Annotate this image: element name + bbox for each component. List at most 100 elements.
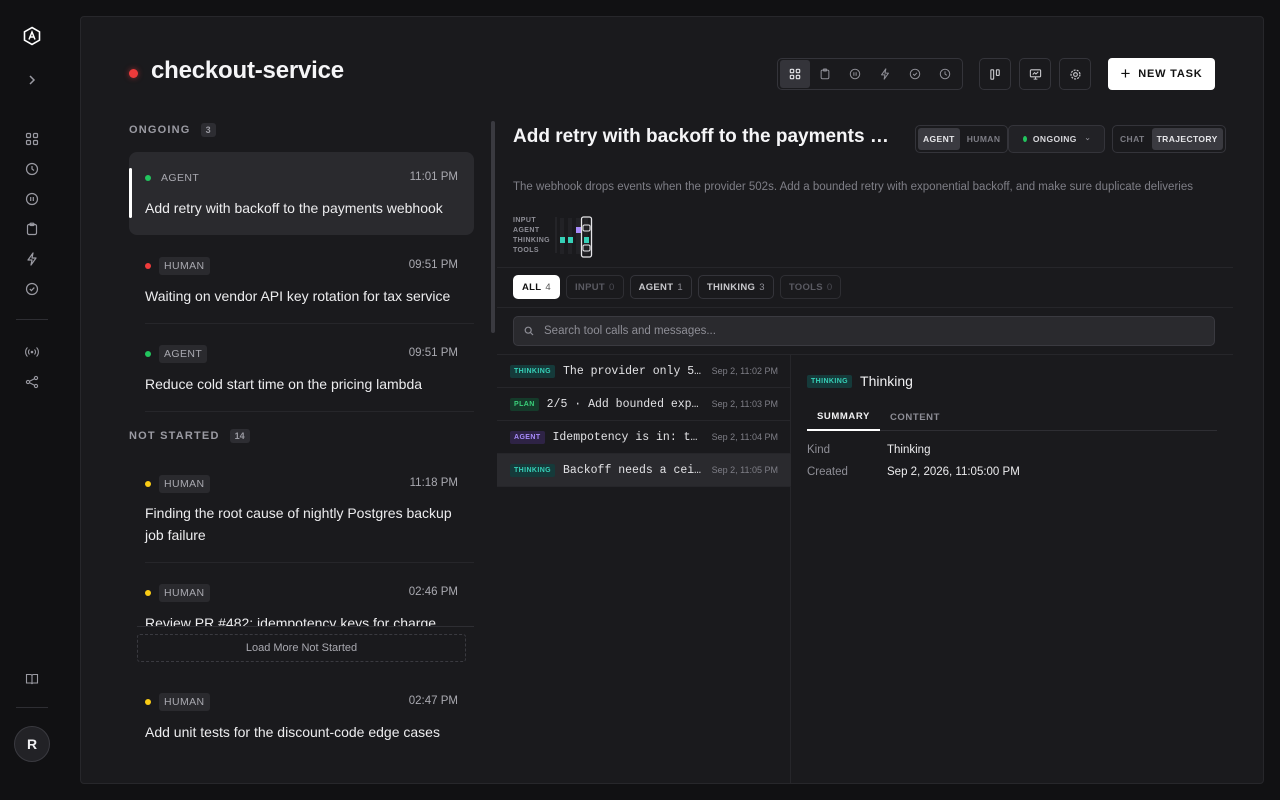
list-divider	[145, 411, 474, 412]
section-header-not-started: NOT STARTED 14	[129, 429, 250, 443]
event-time: Sep 2, 11:03 PM	[711, 399, 778, 409]
event-row[interactable]: THINKING The provider only 502s under lo…	[497, 355, 791, 388]
presentation-icon[interactable]	[1019, 58, 1051, 90]
task-time: 09:51 PM	[408, 259, 458, 271]
section-header-ongoing: ONGOING 3	[129, 123, 216, 137]
filter-input[interactable]: INPUT 0	[565, 275, 624, 299]
status-dot	[145, 699, 151, 705]
event-badge: THINKING	[807, 374, 853, 388]
task-time: 02:46 PM	[408, 586, 458, 598]
logo-icon[interactable]	[22, 26, 42, 46]
rail-divider	[16, 319, 48, 320]
task-time: 11:01 PM	[409, 171, 458, 183]
chevron-right-icon[interactable]	[22, 70, 42, 90]
event-text: Backoff needs a ceiling so retries stay …	[563, 463, 704, 477]
mode-agent-button[interactable]: AGENT	[918, 128, 960, 150]
share-icon[interactable]	[22, 372, 42, 392]
bolt-icon[interactable]	[870, 60, 900, 88]
pause-icon[interactable]	[22, 189, 42, 209]
view-filter-toolbar	[777, 58, 963, 90]
event-filter-chips: ALL 4 INPUT 0 AGENT 1 THINKING 3 TOOLS 0	[513, 275, 842, 299]
detail-field: Created Sep 2, 2026, 11:05:00 PM	[807, 466, 1020, 478]
grid-icon[interactable]	[780, 60, 810, 88]
status-dropdown[interactable]: ONGOING	[1008, 125, 1105, 153]
owner-tag: HUMAN	[159, 584, 210, 602]
check-circle-icon[interactable]	[22, 279, 42, 299]
chat-view-button[interactable]: CHAT	[1115, 128, 1150, 150]
task-card[interactable]: HUMAN 11:18 PM Finding the root cause of…	[129, 458, 474, 562]
tab-summary[interactable]: SUMMARY	[807, 403, 880, 431]
avatar[interactable]: R	[14, 726, 50, 762]
clock-icon[interactable]	[22, 159, 42, 179]
filter-thinking[interactable]: THINKING 3	[697, 275, 774, 299]
task-time: 11:18 PM	[409, 477, 458, 489]
book-icon[interactable]	[22, 669, 42, 689]
status-dot	[145, 481, 151, 487]
broadcast-icon[interactable]	[22, 342, 42, 362]
event-time: Sep 2, 11:04 PM	[711, 432, 778, 442]
detail-field: Kind Thinking	[807, 444, 931, 456]
search-input[interactable]	[544, 325, 1204, 337]
clipboard-icon[interactable]	[22, 219, 42, 239]
event-badge: THINKING	[510, 364, 556, 378]
task-list-scrollbar[interactable]	[491, 121, 495, 333]
filter-tools[interactable]: TOOLS 0	[779, 275, 842, 299]
status-dot	[145, 175, 151, 181]
task-title: Review PR #482: idempotency keys for cha…	[145, 615, 437, 627]
clipboard-icon[interactable]	[810, 60, 840, 88]
task-title: Reduce cold start time on the pricing la…	[145, 376, 423, 392]
status-dot	[145, 263, 151, 269]
filter-all[interactable]: ALL 4	[513, 275, 560, 299]
settings-icon[interactable]	[1059, 58, 1091, 90]
tab-content[interactable]: CONTENT	[880, 403, 950, 431]
event-text: Idempotency is in: the handler dedupes o…	[552, 430, 704, 444]
bolt-icon[interactable]	[22, 249, 42, 269]
filter-agent[interactable]: AGENT 1	[629, 275, 692, 299]
mode-toggle: AGENT HUMAN	[915, 125, 1009, 153]
event-time: Sep 2, 11:05 PM	[711, 465, 778, 475]
owner-tag: AGENT	[161, 172, 200, 184]
rail-divider	[16, 707, 48, 708]
trajectory-view-button[interactable]: TRAJECTORY	[1151, 128, 1223, 150]
load-more-button[interactable]: Load More Not Started	[137, 634, 466, 662]
task-title: Add retry with backoff to the payments w…	[145, 200, 443, 216]
event-text: 2/5 · Add bounded exponential backoff	[546, 397, 704, 411]
mode-human-button[interactable]: HUMAN	[962, 128, 1006, 150]
search-icon	[524, 326, 534, 336]
live-status-dot	[129, 69, 138, 78]
event-row[interactable]: PLAN 2/5 · Add bounded exponential backo…	[497, 388, 791, 421]
task-title: Finding the root cause of nightly Postgr…	[145, 505, 452, 543]
status-dot	[145, 590, 151, 596]
main-panel: checkout-service + NEW TASK ONGOING 3 AGEN…	[80, 16, 1264, 784]
owner-tag: AGENT	[159, 345, 208, 363]
board-view-icon[interactable]	[979, 58, 1011, 90]
event-badge: AGENT	[510, 430, 545, 444]
trajectory-minimap[interactable]	[553, 215, 613, 259]
task-card[interactable]: HUMAN 02:47 PM Add unit tests for the di…	[129, 676, 474, 766]
task-card[interactable]: AGENT 09:51 PM Reduce cold start time on…	[129, 328, 474, 411]
task-card[interactable]: AGENT 11:01 PM Add retry with backoff to…	[129, 152, 474, 235]
page-title: checkout-service	[151, 57, 344, 84]
status-dot	[145, 351, 151, 357]
grid-icon[interactable]	[22, 129, 42, 149]
task-time: 09:51 PM	[408, 347, 458, 359]
event-search	[513, 316, 1215, 346]
selection-indicator	[129, 168, 132, 218]
event-detail-tabs: SUMMARY CONTENT	[807, 403, 1217, 431]
event-badge: PLAN	[510, 397, 539, 411]
list-divider	[137, 626, 474, 627]
pause-icon[interactable]	[840, 60, 870, 88]
divider	[497, 267, 1233, 268]
check-circle-icon[interactable]	[900, 60, 930, 88]
event-row[interactable]: THINKING Backoff needs a ceiling so retr…	[497, 454, 791, 487]
new-task-button[interactable]: + NEW TASK	[1108, 58, 1215, 90]
owner-tag: HUMAN	[159, 257, 210, 275]
event-detail-heading: Thinking	[860, 373, 913, 389]
view-toggle: CHAT TRAJECTORY	[1112, 125, 1226, 153]
task-detail-pane: Add retry with backoff to the payments w…	[497, 117, 1233, 783]
event-row[interactable]: AGENT Idempotency is in: the handler ded…	[497, 421, 791, 454]
task-card[interactable]: HUMAN 02:46 PM Review PR #482: idempoten…	[129, 567, 474, 627]
task-card[interactable]: HUMAN 09:51 PM Waiting on vendor API key…	[129, 240, 474, 323]
clock-icon[interactable]	[930, 60, 960, 88]
divider	[497, 307, 1233, 308]
